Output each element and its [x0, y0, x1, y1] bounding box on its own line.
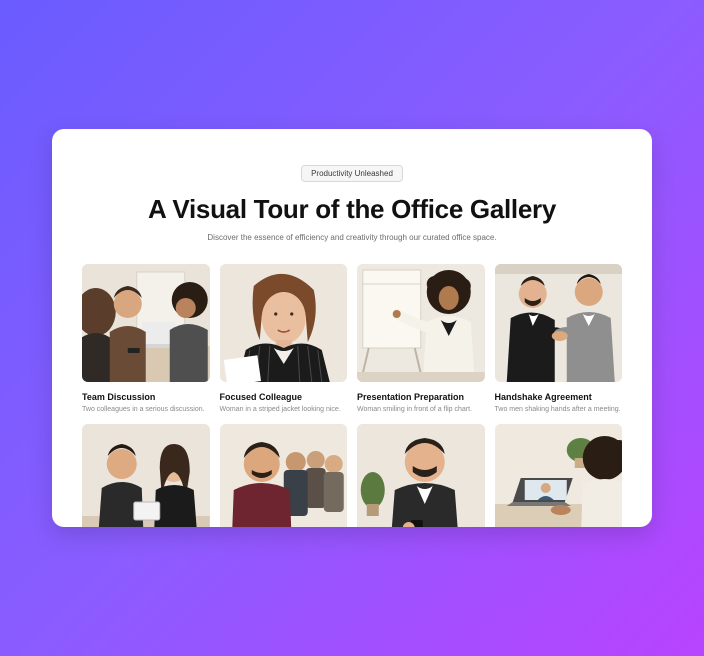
badge-pill: Productivity Unleashed: [301, 165, 403, 182]
gallery-thumb: [357, 264, 485, 382]
gallery-thumb: [220, 264, 348, 382]
gallery-card[interactable]: [82, 424, 210, 527]
gallery-thumb: [82, 264, 210, 382]
gallery-card-title: Handshake Agreement: [495, 392, 623, 402]
gallery-card-title: Focused Colleague: [220, 392, 348, 402]
gallery-card[interactable]: [495, 424, 623, 527]
gallery-grid: Team Discussion Two colleagues in a seri…: [82, 264, 622, 527]
page-title: A Visual Tour of the Office Gallery: [82, 194, 622, 225]
gallery-card[interactable]: Focused Colleague Woman in a striped jac…: [220, 264, 348, 414]
gallery-card-desc: Woman in a striped jacket looking nice.: [220, 405, 348, 414]
page-subtitle: Discover the essence of efficiency and c…: [82, 233, 622, 242]
gallery-thumb: [495, 424, 623, 527]
gallery-card-title: Team Discussion: [82, 392, 210, 402]
gallery-card[interactable]: [220, 424, 348, 527]
gallery-card-desc: Woman smiling in front of a flip chart.: [357, 405, 485, 414]
gallery-thumb: [357, 424, 485, 527]
page-card: Productivity Unleashed A Visual Tour of …: [52, 129, 652, 527]
gallery-card[interactable]: Presentation Preparation Woman smiling i…: [357, 264, 485, 414]
gallery-card[interactable]: [357, 424, 485, 527]
header: Productivity Unleashed A Visual Tour of …: [82, 163, 622, 242]
gallery-thumb: [220, 424, 348, 527]
gallery-thumb: [495, 264, 623, 382]
gallery-card[interactable]: Team Discussion Two colleagues in a seri…: [82, 264, 210, 414]
gallery-card[interactable]: Handshake Agreement Two men shaking hand…: [495, 264, 623, 414]
gallery-card-desc: Two men shaking hands after a meeting.: [495, 405, 623, 414]
gallery-card-title: Presentation Preparation: [357, 392, 485, 402]
gallery-thumb: [82, 424, 210, 527]
gallery-card-desc: Two colleagues in a serious discussion.: [82, 405, 210, 414]
